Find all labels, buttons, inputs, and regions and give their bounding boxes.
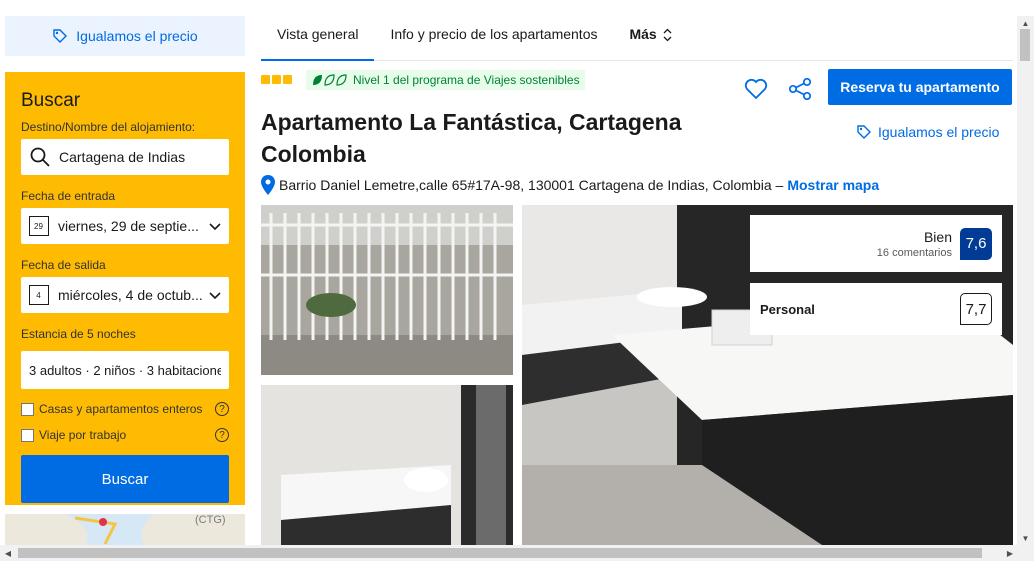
map-pin-icon: [261, 175, 275, 195]
checkin-select[interactable]: 29 viernes, 29 de septie...: [21, 208, 229, 244]
scroll-down-icon[interactable]: ▼: [1017, 531, 1034, 545]
map-thumbnail[interactable]: (CTG): [5, 514, 245, 546]
calendar-day: 29: [34, 222, 43, 231]
work-trip-label: Viaje por trabajo: [39, 428, 127, 442]
staff-score-label: Personal: [760, 301, 815, 317]
chevron-updown-icon: [663, 28, 672, 42]
search-icon: [30, 147, 50, 167]
photo-gate[interactable]: [261, 205, 513, 375]
save-favorite-button[interactable]: [744, 78, 768, 105]
destination-input[interactable]: Cartagena de Indias: [21, 139, 229, 175]
heart-icon: [744, 78, 768, 100]
share-button[interactable]: [788, 77, 812, 105]
search-title: Buscar: [21, 90, 81, 111]
whole-homes-checkbox[interactable]: [21, 402, 34, 416]
share-icon: [788, 77, 812, 101]
review-score-badge: 7,6: [960, 227, 992, 260]
whole-homes-label: Casas y apartamentos enteros: [39, 402, 203, 416]
star-icon: [272, 75, 281, 84]
star-icon: [261, 75, 270, 84]
photo-bedroom-small-image: [261, 385, 513, 545]
review-score-word: Bien: [923, 228, 952, 245]
tag-icon: [857, 125, 871, 139]
stay-length-label: Estancia de 5 noches: [21, 327, 136, 341]
chevron-down-icon: [209, 287, 221, 303]
calendar-day: 4: [36, 291, 41, 300]
horizontal-scroll-thumb[interactable]: [18, 548, 982, 558]
search-button[interactable]: Buscar: [21, 455, 229, 503]
checkin-label: Fecha de entrada: [21, 189, 116, 203]
price-match-label: Igualamos el precio: [76, 28, 198, 44]
staff-score-badge: 7,7: [960, 293, 992, 325]
work-trip-checkbox-row[interactable]: Viaje por trabajo ?: [21, 427, 229, 443]
whole-homes-checkbox-row[interactable]: Casas y apartamentos enteros ?: [21, 401, 229, 417]
address-text: Barrio Daniel Lemetre,calle 65#17A-98, 1…: [279, 177, 784, 193]
review-count: 16 comentarios: [876, 246, 952, 259]
review-score-card[interactable]: Bien 16 comentarios 7,6: [750, 215, 1002, 272]
map-label: (CTG): [195, 514, 226, 526]
vertical-scrollbar[interactable]: ▲ ▼: [1017, 16, 1034, 545]
destination-label: Destino/Nombre del alojamiento:: [21, 120, 196, 134]
staff-score-card[interactable]: Personal 7,7: [750, 283, 1002, 335]
tab-more-label: Más: [629, 26, 657, 42]
reserve-button[interactable]: Reserva tu apartamento: [828, 69, 1012, 105]
price-match-link-right[interactable]: Igualamos el precio: [856, 124, 999, 140]
help-icon[interactable]: ?: [215, 428, 229, 442]
scroll-right-icon[interactable]: ▶: [1004, 545, 1016, 561]
guests-value: 3 adultos · 2 niños · 3 habitaciones: [29, 362, 221, 378]
vertical-scroll-thumb[interactable]: [1020, 29, 1030, 61]
checkout-value: miércoles, 4 de octub...: [58, 287, 203, 303]
star-icon: [283, 75, 292, 84]
search-panel: Buscar Destino/Nombre del alojamiento: C…: [5, 72, 245, 505]
star-rating: [261, 75, 292, 84]
property-address: Barrio Daniel Lemetre,calle 65#17A-98, 1…: [261, 175, 879, 195]
price-match-link-left[interactable]: Igualamos el precio: [5, 16, 245, 56]
checkin-value: viernes, 29 de septie...: [58, 218, 199, 234]
calendar-icon: 29: [29, 216, 49, 236]
calendar-icon: 4: [29, 285, 49, 305]
checkout-label: Fecha de salida: [21, 258, 106, 272]
chevron-down-icon: [209, 218, 221, 234]
sustainability-badge[interactable]: Nivel 1 del programa de Viajes sostenibl…: [306, 70, 585, 90]
scroll-left-icon[interactable]: ◀: [2, 545, 14, 561]
leaf-icon: [313, 74, 347, 86]
guests-select[interactable]: 3 adultos · 2 niños · 3 habitaciones: [21, 351, 229, 389]
help-icon[interactable]: ?: [215, 402, 229, 416]
photo-bedroom-small[interactable]: [261, 385, 513, 545]
tab-more[interactable]: Más: [613, 16, 687, 61]
work-trip-checkbox[interactable]: [21, 428, 34, 442]
price-match-label: Igualamos el precio: [878, 124, 1000, 140]
property-nav: Vista general Info y precio de los apart…: [261, 16, 1013, 61]
checkout-select[interactable]: 4 miércoles, 4 de octub...: [21, 277, 229, 313]
property-title: Apartamento La Fantástica, Cartagena Col…: [261, 109, 682, 167]
destination-value: Cartagena de Indias: [59, 149, 186, 165]
tab-overview[interactable]: Vista general: [261, 16, 375, 61]
sustainability-label: Nivel 1 del programa de Viajes sostenibl…: [353, 73, 580, 87]
show-map-link[interactable]: Mostrar mapa: [787, 177, 879, 193]
scroll-up-icon[interactable]: ▲: [1017, 16, 1034, 30]
photo-gate-image: [261, 205, 513, 375]
tag-icon: [53, 29, 68, 43]
tab-info-prices[interactable]: Info y precio de los apartamentos: [374, 16, 613, 61]
